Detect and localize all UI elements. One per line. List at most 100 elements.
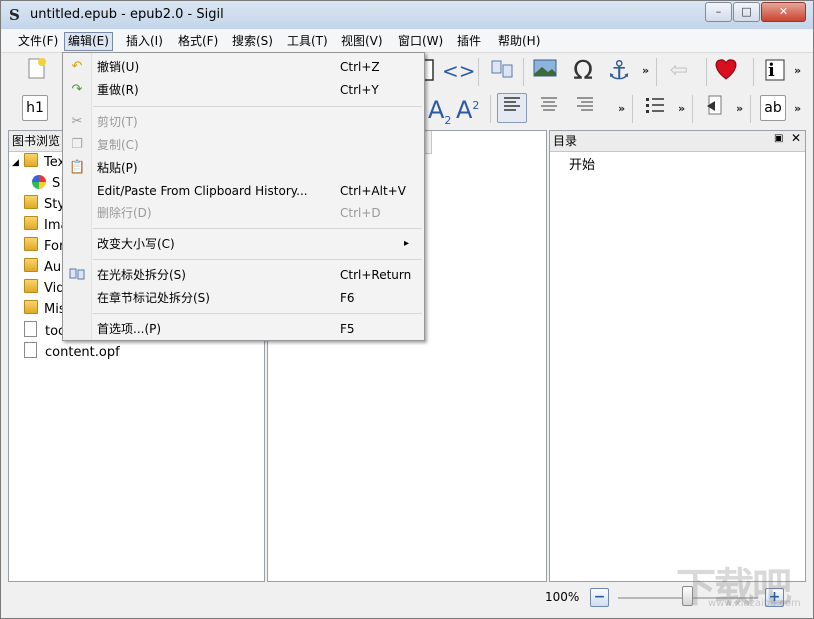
menu-separator <box>93 313 422 314</box>
menu-tools[interactable]: 工具(T) <box>284 33 331 50</box>
watermark-url: www.xiazaiba.com <box>708 598 801 609</box>
toolbar-overflow-icon[interactable]: » <box>736 102 743 115</box>
float-panel-icon[interactable]: ▣ <box>774 133 783 144</box>
toolbar-overflow-icon[interactable]: » <box>678 102 685 115</box>
file-icon <box>24 321 37 337</box>
folder-icon <box>24 258 38 272</box>
zoom-level: 100% <box>545 590 580 604</box>
toolbar-overflow-icon[interactable]: » <box>794 64 801 77</box>
menu-help[interactable]: 帮助(H) <box>495 33 543 50</box>
toc-item[interactable]: 开始 <box>569 154 595 173</box>
menu-item-preferences[interactable]: 首选项...(P) F5 <box>63 318 424 340</box>
toolbar-separator <box>750 95 751 123</box>
tree-item-misc[interactable]: Mis <box>24 300 66 320</box>
menu-item-split-at-markers[interactable]: 在章节标记处拆分(S) F6 <box>63 287 424 309</box>
menu-item-clipboard-history[interactable]: Edit/Paste From Clipboard History... Ctr… <box>63 180 424 202</box>
code-view-icon[interactable]: <> <box>441 56 476 86</box>
zoom-out-button[interactable]: − <box>590 588 609 607</box>
menu-view[interactable]: 视图(V) <box>338 33 386 50</box>
split-view-icon[interactable] <box>487 56 517 86</box>
minimize-button[interactable]: – <box>705 2 732 22</box>
scissors-icon: ✂ <box>71 114 83 129</box>
menu-item-paste[interactable]: 📋 粘贴(P) <box>63 157 424 179</box>
toc-header: 目录 <box>550 131 805 152</box>
menu-item-undo[interactable]: ↶ 撤销(U) Ctrl+Z <box>63 56 424 78</box>
menu-search[interactable]: 搜索(S) <box>229 33 276 50</box>
folder-icon <box>24 279 38 293</box>
folder-icon <box>24 300 38 314</box>
folder-icon <box>24 216 38 230</box>
menu-file[interactable]: 文件(F) <box>15 33 61 50</box>
section-file-icon <box>32 175 46 189</box>
menu-bar: 文件(F) 编辑(E) 插入(I) 格式(F) 搜索(S) 工具(T) 视图(V… <box>1 30 813 53</box>
menu-item-copy[interactable]: ❐ 复制(C) <box>63 134 424 156</box>
folder-icon <box>24 237 38 251</box>
menu-separator <box>93 259 422 260</box>
sigil-logo-icon: S <box>9 6 20 24</box>
maximize-button[interactable]: □ <box>733 2 760 22</box>
undo-icon: ↶ <box>71 59 83 74</box>
toolbar-separator <box>523 58 524 86</box>
align-right-icon[interactable] <box>570 93 600 123</box>
paste-icon: 📋 <box>69 160 86 175</box>
toolbar-separator <box>490 95 491 123</box>
omega-icon[interactable]: Ω <box>568 56 598 86</box>
menu-item-split-at-cursor[interactable]: 在光标处拆分(S) Ctrl+Return <box>63 264 424 286</box>
donate-heart-icon[interactable] <box>711 56 741 86</box>
info-letter: i <box>768 60 775 81</box>
folder-icon <box>24 153 38 167</box>
tree-item-section[interactable]: S <box>32 174 60 194</box>
tree-item-audio[interactable]: Au <box>24 258 61 278</box>
split-icon <box>69 267 85 283</box>
menu-item-redo[interactable]: ↷ 重做(R) Ctrl+Y <box>63 79 424 101</box>
menu-separator <box>93 106 422 107</box>
window-title: untitled.epub - epub2.0 - Sigil <box>30 7 224 22</box>
tree-expand-icon[interactable]: ◢ <box>12 158 19 168</box>
menu-format[interactable]: 格式(F) <box>175 33 221 50</box>
edit-menu-dropdown: ↶ 撤销(U) Ctrl+Z ↷ 重做(R) Ctrl+Y ✂ 剪切(T) ❐ … <box>62 52 425 341</box>
menu-window[interactable]: 窗口(W) <box>395 33 446 50</box>
redo-icon: ↷ <box>71 82 83 97</box>
tree-item-content-opf[interactable]: content.opf <box>24 342 120 362</box>
menu-insert[interactable]: 插入(I) <box>123 33 166 50</box>
menu-item-change-case[interactable]: 改变大小写(C) ▸ <box>63 233 424 255</box>
menu-separator <box>93 228 422 229</box>
tree-item-video[interactable]: Vid <box>24 279 64 299</box>
insert-image-icon[interactable] <box>530 56 560 86</box>
toolbar-separator <box>692 95 693 123</box>
align-center-icon[interactable] <box>534 93 564 123</box>
close-button[interactable]: ✕ <box>761 2 806 22</box>
toolbar-overflow-icon[interactable]: » <box>618 102 625 115</box>
toolbar-separator <box>656 58 657 86</box>
close-panel-icon[interactable]: ✕ <box>791 131 801 145</box>
back-arrow-icon[interactable]: ⇦ <box>664 56 694 86</box>
toolbar-overflow-icon[interactable]: » <box>794 102 801 115</box>
list-icon[interactable] <box>640 93 670 123</box>
subscript-icon[interactable]: A2 <box>428 96 451 127</box>
tree-item-styles[interactable]: Sty <box>24 195 65 215</box>
toc-panel: 目录 开始 <box>549 130 806 582</box>
toolbar-separator <box>706 58 707 86</box>
tree-item-fonts[interactable]: For <box>24 237 64 257</box>
align-left-icon[interactable] <box>497 93 527 123</box>
menu-edit[interactable]: 编辑(E) <box>64 32 113 51</box>
toolbar-separator <box>478 58 479 86</box>
toolbar-separator <box>632 95 633 123</box>
menu-item-delete-line[interactable]: 删除行(D) Ctrl+D <box>63 202 424 224</box>
heading-1-button[interactable]: h1 <box>22 95 48 121</box>
file-icon <box>24 342 37 358</box>
info-icon[interactable] <box>760 56 790 86</box>
toolbar-overflow-icon[interactable]: » <box>642 64 649 77</box>
menu-item-cut[interactable]: ✂ 剪切(T) <box>63 111 424 133</box>
insert-id-icon[interactable] <box>700 93 730 123</box>
new-file-icon[interactable] <box>22 56 52 86</box>
anchor-icon[interactable]: ⚓ <box>604 56 634 86</box>
toolbar-separator <box>753 58 754 86</box>
menu-plugins[interactable]: 插件 <box>454 33 484 50</box>
submenu-arrow-icon: ▸ <box>404 238 410 249</box>
text-case-button[interactable]: ab <box>760 95 786 121</box>
tree-item-text[interactable]: Tex <box>24 153 65 173</box>
tree-item-toc[interactable]: toc <box>24 321 65 341</box>
folder-icon <box>24 195 38 209</box>
superscript-icon[interactable]: A2 <box>456 96 479 124</box>
